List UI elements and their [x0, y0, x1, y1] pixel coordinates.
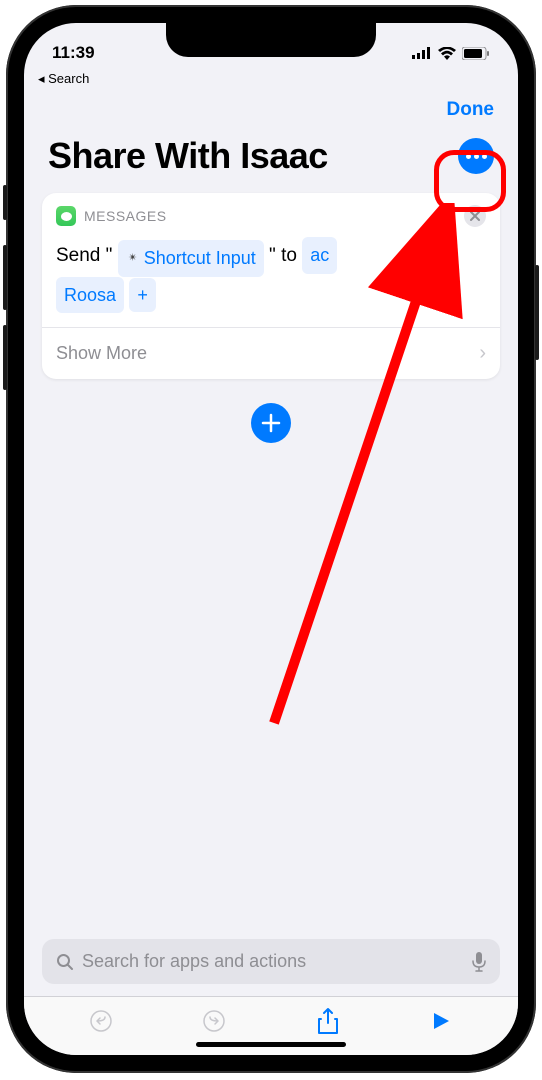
search-icon	[56, 953, 74, 971]
card-header: MESSAGES	[42, 193, 500, 233]
redo-button[interactable]	[184, 1009, 244, 1033]
status-icons	[412, 47, 490, 60]
bottom-area: Search for apps and actions	[24, 939, 518, 1055]
add-recipient-button[interactable]: +	[129, 278, 156, 313]
home-indicator[interactable]	[196, 1042, 346, 1047]
cellular-icon	[412, 47, 432, 59]
send-text-prefix: Send "	[56, 245, 112, 266]
card-body: Send " ✴ Shortcut Input " to ac Roosa +	[42, 233, 500, 327]
remove-action-button[interactable]	[464, 205, 486, 227]
share-button[interactable]	[298, 1007, 358, 1035]
battery-icon	[462, 47, 490, 60]
send-text-mid: " to	[269, 245, 297, 266]
add-action-button[interactable]	[251, 403, 291, 443]
ellipsis-dot	[474, 154, 479, 159]
shortcut-input-token[interactable]: ✴ Shortcut Input	[118, 240, 264, 277]
ellipsis-dot	[466, 154, 471, 159]
undo-button[interactable]	[71, 1009, 131, 1033]
chevron-right-icon: ›	[479, 342, 486, 365]
mute-switch	[3, 185, 7, 220]
nav-bar: Done	[24, 91, 518, 129]
show-more-row[interactable]: Show More ›	[42, 327, 500, 379]
microphone-icon[interactable]	[472, 952, 486, 972]
show-more-label: Show More	[56, 343, 147, 364]
recipient-token[interactable]: Roosa	[56, 277, 124, 314]
search-placeholder: Search for apps and actions	[82, 951, 464, 972]
ellipsis-dot	[482, 154, 487, 159]
title-row: Share With Isaac	[24, 129, 518, 193]
wifi-icon	[438, 47, 456, 60]
magic-variable-icon: ✴	[126, 251, 140, 265]
volume-up	[3, 245, 7, 310]
search-bar[interactable]: Search for apps and actions	[42, 939, 500, 984]
notch	[166, 23, 376, 57]
volume-down	[3, 325, 7, 390]
done-button[interactable]: Done	[447, 99, 495, 121]
action-card[interactable]: MESSAGES Send " ✴ Shortcut Input " to ac…	[42, 193, 500, 379]
screen: 11:39 ◂ Search Done Share With Isaac	[24, 23, 518, 1055]
card-app-label: MESSAGES	[84, 208, 456, 224]
phone-frame: 11:39 ◂ Search Done Share With Isaac	[6, 5, 536, 1073]
run-button[interactable]	[411, 1011, 471, 1031]
more-options-button[interactable]	[458, 138, 494, 174]
back-to-search[interactable]: ◂ Search	[24, 71, 518, 91]
messages-app-icon	[56, 206, 76, 226]
status-time: 11:39	[52, 43, 95, 63]
power-button	[535, 265, 539, 360]
recipient-token[interactable]: ac	[302, 237, 337, 274]
page-title: Share With Isaac	[48, 135, 328, 177]
